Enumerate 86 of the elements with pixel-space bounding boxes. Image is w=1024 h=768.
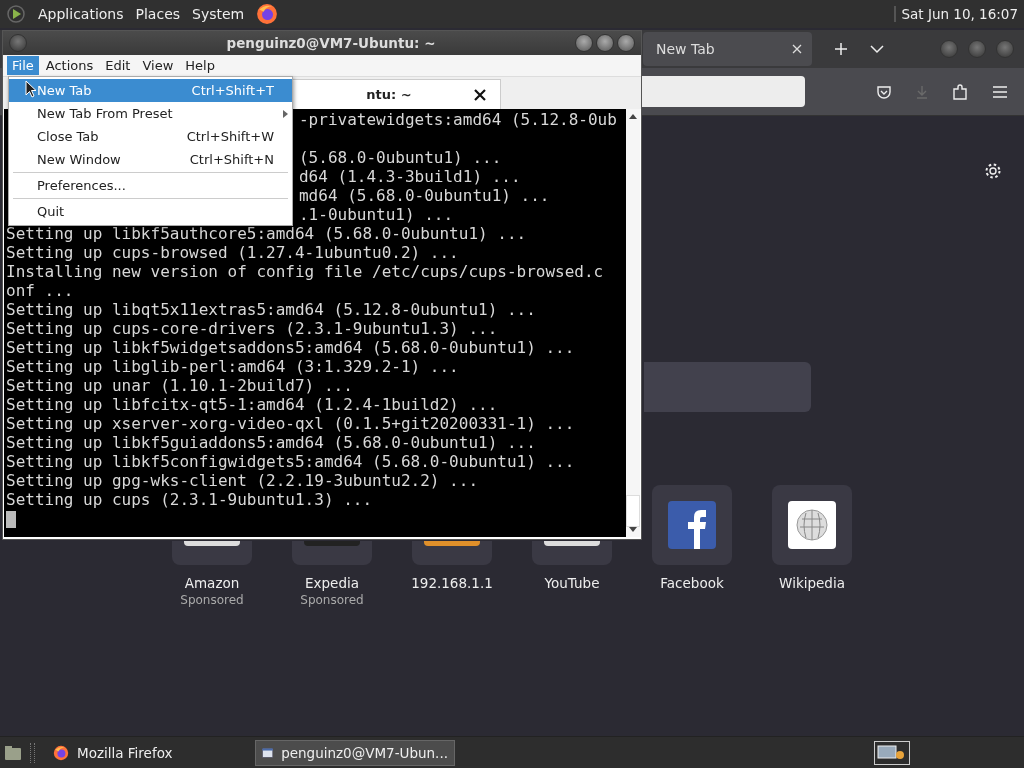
menu-entry[interactable]: New Tab Ctrl+Shift+T	[9, 79, 292, 102]
browser-tab[interactable]: New Tab	[643, 32, 812, 66]
menu-item[interactable]: View	[137, 56, 179, 75]
menu-item[interactable]: Actions	[40, 56, 99, 75]
window-control-button[interactable]	[596, 34, 614, 52]
terminal-line: Setting up libkf5authcore5:amd64 (5.68.0-0ubuntu1) ...	[6, 224, 527, 243]
panel-menu[interactable]: Applications	[38, 4, 124, 24]
chevron-down-icon[interactable]	[870, 44, 884, 54]
globe-icon	[788, 501, 836, 549]
scrollbar[interactable]	[626, 109, 640, 537]
sponsored-label: Sponsored	[300, 593, 364, 607]
shortcut-label[interactable]: YouTube	[544, 575, 600, 591]
menu-item[interactable]: Help	[180, 56, 220, 75]
sponsored-label: Sponsored	[180, 593, 244, 607]
terminal-line: Setting up cups (2.3.1-9ubuntu1.3) ...	[6, 490, 373, 509]
shortcut-tile[interactable]	[172, 541, 252, 565]
site-icon	[184, 541, 240, 546]
terminal-line: (5.68.0-0ubuntu1) ...	[299, 148, 502, 167]
terminal-line: Setting up libglib-perl:amd64 (3:1.329.2-1) ...	[6, 357, 459, 376]
menu-entry[interactable]: New Window Ctrl+Shift+N	[9, 148, 292, 171]
shortcut-tile[interactable]	[412, 541, 492, 565]
submenu-arrow-icon	[283, 109, 288, 118]
window-control-button[interactable]	[575, 34, 593, 52]
terminal-line: Setting up libqt5x11extras5:amd64 (5.12.8-0ubuntu1) ...	[6, 300, 536, 319]
menu-item[interactable]: File	[7, 56, 39, 75]
clock[interactable]: Sat Jun 10, 16:07	[893, 6, 1018, 22]
terminal-line: md64 (5.68.0-0ubuntu1) ...	[299, 186, 550, 205]
menu-entry[interactable]: New Tab From Preset	[9, 102, 292, 125]
window-control-button[interactable]	[617, 34, 635, 52]
shortcut-label[interactable]: Expedia	[305, 575, 359, 591]
text-cursor	[6, 511, 16, 528]
site-icon	[544, 541, 600, 546]
pocket-icon[interactable]	[876, 83, 892, 100]
window-control-button[interactable]	[996, 40, 1014, 58]
shortcut-tile[interactable]	[292, 541, 372, 565]
letter-f-icon	[668, 501, 716, 549]
shortcut-label[interactable]: 192.168.1.1	[411, 575, 493, 591]
window-menu-button[interactable]	[9, 34, 27, 52]
window-icon	[262, 745, 274, 760]
shortcut-label[interactable]: Facebook	[660, 575, 724, 591]
terminal-line: Setting up cups-core-drivers (2.3.1-9ubuntu1.3) ...	[6, 319, 498, 338]
terminal-line: Setting up unar (1.10.1-2build7) ...	[6, 376, 353, 395]
show-desktop-icon[interactable]	[4, 744, 22, 761]
close-icon[interactable]	[474, 88, 486, 101]
window-title: penguinz0@VM7-Ubuntu: ~	[225, 35, 437, 51]
puzzle-icon[interactable]	[952, 82, 970, 101]
firefox-icon	[256, 3, 279, 25]
terminal-line: -privatewidgets:amd64 (5.12.8-0ub	[299, 110, 617, 129]
search-field[interactable]	[644, 362, 811, 412]
distro-logo-icon[interactable]	[6, 4, 26, 24]
firefox-icon	[53, 744, 69, 761]
terminal-line: Setting up libkf5configwidgets5:amd64 (5.68.0-0ubuntu1) ...	[6, 452, 575, 471]
menu-item[interactable]: Edit	[100, 56, 136, 75]
menu-entry[interactable]: Preferences...	[9, 174, 292, 197]
terminal-line: onf ...	[6, 281, 74, 300]
terminal-line: Setting up libfcitx-qt5-1:amd64 (1.2.4-1build2) ...	[6, 395, 498, 414]
window-control-button[interactable]	[968, 40, 986, 58]
window-switcher-icon[interactable]	[874, 740, 910, 765]
shortcut-tile[interactable]	[532, 541, 612, 565]
menu-entry[interactable]: Close Tab Ctrl+Shift+W	[9, 125, 292, 148]
scroll-up-icon[interactable]	[629, 113, 637, 119]
terminal-line: Setting up xserver-xorg-video-qxl (0.1.5+git20200331-1) ...	[6, 414, 575, 433]
window-control-button[interactable]	[940, 40, 958, 58]
panel-menu[interactable]: Places	[135, 4, 181, 24]
plus-icon[interactable]	[834, 42, 848, 56]
shortcut-tile[interactable]	[652, 485, 732, 565]
mouse-pointer-icon	[25, 80, 37, 98]
settings-icon[interactable]	[984, 162, 1002, 180]
terminal-line: Setting up gpg-wks-client (2.2.19-3ubuntu2.2) ...	[6, 471, 478, 490]
terminal-line: Setting up libkf5guiaddons5:amd64 (5.68.0-0ubuntu1) ...	[6, 433, 536, 452]
taskbar-button[interactable]: penguinz0@VM7-Ubun...	[255, 739, 455, 766]
shortcut-label[interactable]: Wikipedia	[779, 575, 845, 591]
menu-entry[interactable]: Quit	[9, 200, 292, 223]
shortcut-label[interactable]: Amazon	[184, 575, 240, 591]
taskbar-button[interactable]: Mozilla Firefox	[47, 739, 247, 766]
terminal-line: Installing new version of config file /etc/cups/cups-browsed.c	[6, 262, 604, 281]
terminal-line: Setting up cups-browsed (1.27.4-1ubuntu0.2) ...	[6, 243, 459, 262]
site-icon	[304, 541, 360, 546]
menu-icon[interactable]	[992, 84, 1008, 99]
site-icon	[424, 541, 480, 546]
terminal-line: .1-0ubuntu1) ...	[299, 205, 454, 224]
scrollbar-thumb[interactable]	[626, 495, 640, 527]
panel-menu[interactable]: System	[192, 4, 245, 24]
terminal-line: Setting up libkf5widgetsaddons5:amd64 (5.68.0-0ubuntu1) ...	[6, 338, 575, 357]
shortcut-tile[interactable]	[772, 485, 852, 565]
terminal-line: d64 (1.4.3-3build1) ...	[299, 167, 521, 186]
